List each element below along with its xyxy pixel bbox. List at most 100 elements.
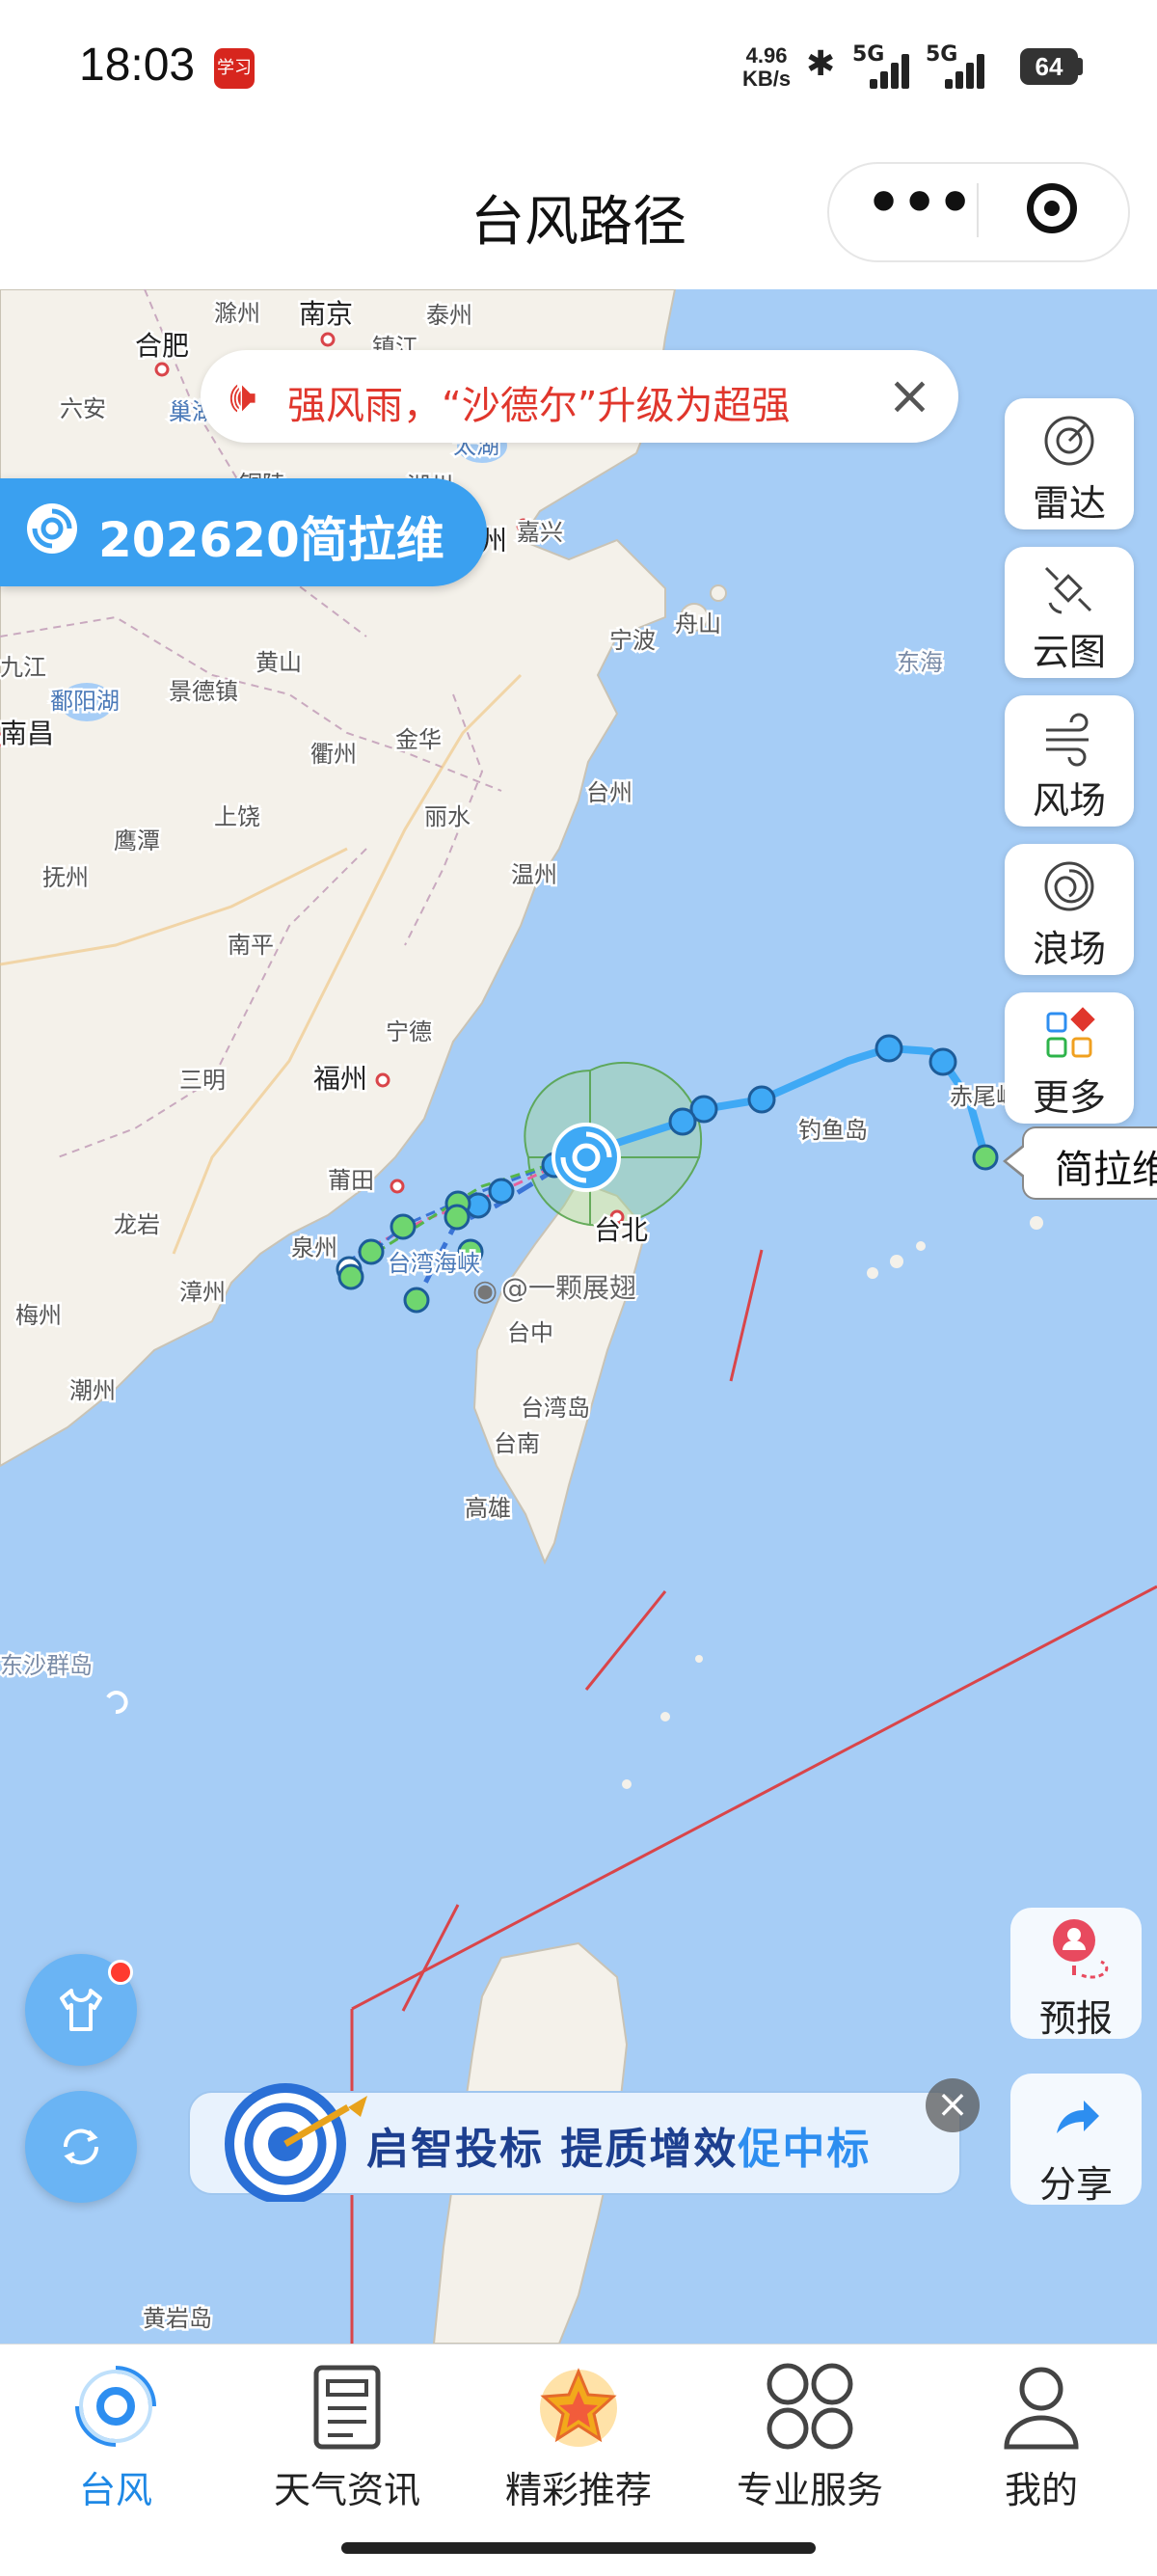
nav-typhoon-label: 台风	[78, 2469, 152, 2511]
forecast-label: 预报	[1038, 1997, 1113, 2040]
status-time: 18:03	[79, 40, 196, 91]
cloud-map-button[interactable]: 云图	[1005, 547, 1134, 678]
map-label: 南京	[299, 298, 353, 330]
more-label: 更多	[1032, 1076, 1106, 1119]
target-icon[interactable]	[1027, 183, 1077, 233]
watermark: @一颗展翅	[501, 1272, 636, 1304]
map-label: 金华	[395, 726, 442, 753]
tag-pointer-inner	[1007, 1146, 1026, 1177]
wave-field-label: 浪场	[1032, 928, 1106, 970]
notice-text[interactable]: 强风雨，“沙德尔”升级为超强	[287, 374, 790, 430]
ad-text[interactable]: 启智投标 提质增效促中标	[366, 2114, 871, 2176]
map-label: 合肥	[135, 330, 189, 362]
news-icon	[313, 2365, 381, 2450]
shirt-icon	[60, 1989, 102, 2031]
map-label: 上饶	[214, 803, 260, 830]
satellite-icon	[1044, 566, 1092, 614]
nav-mine[interactable]: 我的	[945, 2358, 1138, 2522]
map-label: 泰州	[426, 302, 472, 329]
nav-recommend-label: 精彩推荐	[504, 2469, 652, 2511]
nav-typhoon[interactable]: 台风	[19, 2358, 212, 2522]
close-icon[interactable]: ×	[887, 365, 932, 427]
share-arrow-icon	[1057, 2101, 1099, 2133]
map-label: 龙岩	[114, 1211, 160, 1238]
map-label: 六安	[60, 395, 106, 422]
ad-text-accent: 促中标	[738, 2125, 872, 2174]
map-label: 漳州	[179, 1279, 226, 1306]
map-label: 衢州	[310, 741, 357, 768]
map-label: 高雄	[465, 1495, 511, 1522]
map-label: 抚州	[42, 864, 89, 891]
map-label: 景德镇	[169, 678, 238, 705]
signal-2-icon	[943, 50, 989, 89]
share-button[interactable]: 分享	[1010, 2074, 1142, 2206]
typhoon-center-icon	[552, 1123, 621, 1192]
radar-button[interactable]: 雷达	[1005, 398, 1134, 529]
nav-weather-news[interactable]: 天气资讯	[251, 2358, 444, 2522]
refresh-button[interactable]	[25, 2091, 137, 2203]
forecast-button[interactable]: 预报	[1010, 1908, 1142, 2040]
island	[867, 1267, 878, 1279]
typhoon-map[interactable]: 滁州 南京 泰州 合肥 镇江 六安 巢湖 太湖 上海 铜陵 宣城 湖州 嘉兴 杭…	[0, 289, 1157, 2344]
nav-mine-label: 我的	[1004, 2469, 1078, 2511]
speaker-icon: 🕪	[229, 372, 256, 421]
typhoon-icon	[75, 2366, 156, 2447]
capsule-divider	[977, 183, 979, 237]
battery-tip	[1078, 58, 1083, 75]
map-label: 温州	[511, 861, 557, 888]
typhoon-icon	[27, 503, 77, 554]
map-label: 福州	[313, 1063, 367, 1095]
map-label: 黄岩岛	[143, 2305, 212, 2332]
signal-1-icon	[868, 50, 914, 89]
notification-dot	[108, 1960, 133, 1985]
refresh-icon	[63, 2129, 99, 2165]
wind-icon	[1046, 713, 1089, 767]
net-speed-unit: KB/s	[742, 67, 792, 91]
map-label: 台湾岛	[521, 1395, 590, 1422]
island	[1030, 1216, 1043, 1230]
map-label: 舟山	[675, 610, 721, 637]
nav-pro-service[interactable]: 专业服务	[713, 2358, 906, 2522]
nav-recommend[interactable]: 精彩推荐	[482, 2358, 675, 2522]
map-label: 东沙群岛	[0, 1652, 93, 1679]
map-label: 台中	[507, 1319, 553, 1346]
net-speed: 4.96 KB/s	[742, 44, 791, 91]
share-label: 分享	[1038, 2163, 1113, 2206]
more-dots-icon[interactable]: •••	[866, 175, 973, 236]
typhoon-chip-label[interactable]: 202620简拉维	[98, 502, 444, 571]
wind-field-button[interactable]: 风场	[1005, 695, 1134, 827]
map-label: 鄱阳湖	[50, 688, 120, 715]
map-label: 东海	[897, 649, 943, 676]
map-label: 潮州	[69, 1377, 116, 1404]
user-icon	[1004, 2367, 1079, 2450]
ad-close-icon[interactable]: ×	[926, 2078, 980, 2132]
wind-field-label: 风场	[1032, 779, 1106, 822]
radar-label: 雷达	[1032, 482, 1106, 525]
star-icon	[540, 2368, 617, 2447]
map-label: 梅州	[15, 1302, 62, 1329]
home-indicator[interactable]	[341, 2542, 816, 2554]
map-label: 滁州	[214, 300, 260, 327]
ad-text-dark: 启智投标 提质增效	[366, 2125, 739, 2174]
map-label: 台州	[586, 779, 632, 806]
map-label: 台南	[494, 1430, 540, 1457]
map-label: 南昌	[0, 718, 54, 749]
clover-icon	[767, 2363, 853, 2450]
island	[660, 1712, 670, 1722]
map-label: 莆田	[328, 1167, 374, 1194]
map-label: 宁波	[609, 627, 656, 654]
map-label: 鹰潭	[114, 827, 160, 854]
more-button[interactable]: 更多	[1005, 992, 1134, 1124]
map-label: 台北	[594, 1214, 648, 1246]
wave-field-button[interactable]: 浪场	[1005, 844, 1134, 975]
bluetooth-icon: ✱	[806, 44, 836, 84]
map-label: 黄山	[256, 649, 302, 676]
battery-icon: 64	[1020, 48, 1078, 85]
map-label: 宁德	[386, 1018, 432, 1045]
map-label: 三明	[179, 1067, 226, 1094]
map-label: 泉州	[291, 1234, 337, 1261]
island	[710, 584, 727, 602]
wave-icon	[1044, 861, 1094, 911]
typhoon-name-tag-label[interactable]: 简拉维	[1055, 1138, 1157, 1194]
island	[890, 1255, 903, 1268]
